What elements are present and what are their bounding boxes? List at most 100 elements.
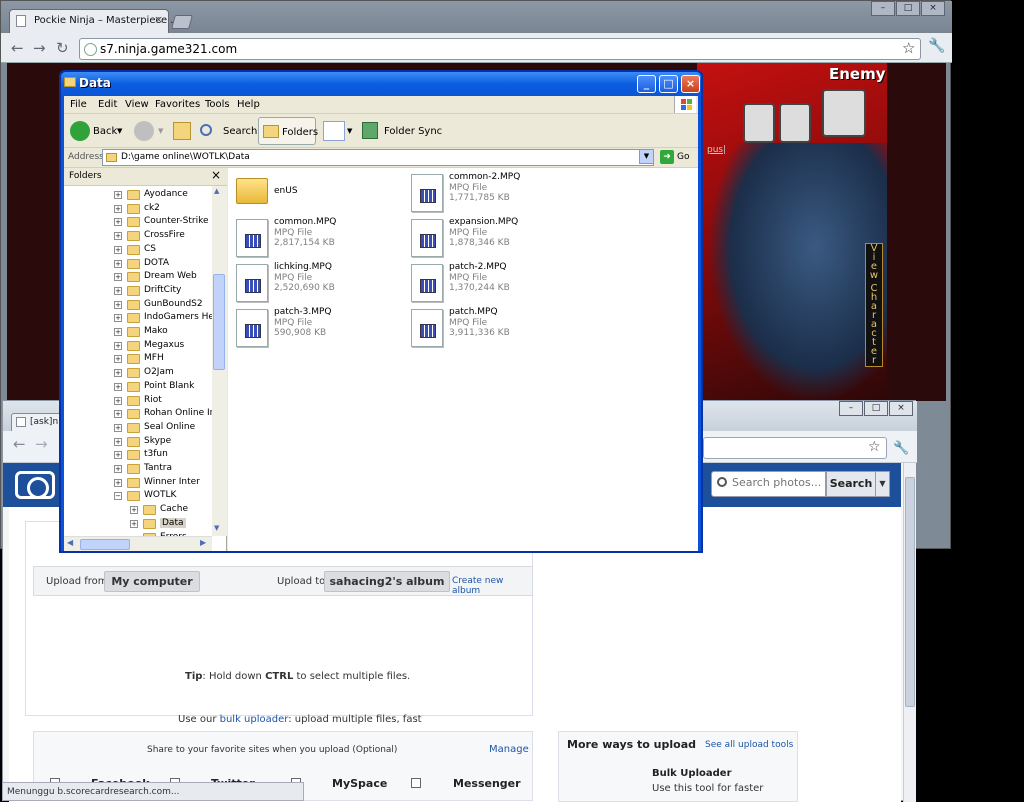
messenger-checkbox[interactable] bbox=[411, 778, 421, 788]
tree-item[interactable]: + Winner Inter bbox=[64, 476, 212, 490]
search-icon[interactable] bbox=[200, 124, 212, 136]
tree-item[interactable]: + t3fun bbox=[64, 448, 212, 462]
menu-view[interactable]: View bbox=[125, 99, 149, 110]
enemy-avatar[interactable] bbox=[779, 103, 811, 143]
menu-file[interactable]: File bbox=[70, 99, 87, 110]
tree-item[interactable]: + O2Jam bbox=[64, 366, 212, 380]
minimize-button[interactable]: – bbox=[839, 401, 863, 416]
expand-toggle[interactable]: + bbox=[114, 437, 122, 446]
explorer-titlebar[interactable]: Data _ □ × bbox=[61, 72, 701, 96]
menu-favorites[interactable]: Favorites bbox=[155, 99, 200, 110]
tree-item[interactable]: + Tantra bbox=[64, 462, 212, 476]
create-album-link[interactable]: Create new album bbox=[452, 576, 532, 596]
scroll-down-icon[interactable]: ▼ bbox=[214, 524, 219, 532]
top-browser-tab[interactable]: Pockie Ninja – Masterpiece ... × bbox=[9, 9, 180, 33]
expand-toggle[interactable]: + bbox=[130, 506, 138, 515]
menu-edit[interactable]: Edit bbox=[98, 99, 117, 110]
maximize-button[interactable]: □ bbox=[659, 75, 678, 93]
page-scrollbar[interactable] bbox=[903, 463, 916, 802]
expand-toggle[interactable]: + bbox=[114, 286, 122, 295]
address-dropdown-icon[interactable]: ▼ bbox=[639, 149, 654, 164]
manage-link[interactable]: Manage bbox=[489, 744, 529, 755]
scroll-thumb[interactable] bbox=[80, 539, 130, 550]
forward-arrow-icon[interactable]: → bbox=[35, 435, 48, 453]
minimize-button[interactable]: _ bbox=[637, 75, 656, 93]
maximize-button[interactable]: □ bbox=[896, 1, 920, 16]
expand-toggle[interactable]: + bbox=[114, 423, 122, 432]
expand-toggle[interactable]: + bbox=[114, 478, 122, 487]
tree-item[interactable]: + Ayodance bbox=[64, 188, 212, 202]
scroll-up-icon[interactable]: ▲ bbox=[214, 187, 219, 195]
folders-button[interactable]: Folders bbox=[258, 117, 318, 145]
tree-item[interactable]: + Dream Web bbox=[64, 270, 212, 284]
go-arrow-icon[interactable]: ➜ bbox=[660, 150, 674, 164]
bottom-browser-tab[interactable]: [ask]n bbox=[11, 413, 65, 431]
expand-toggle[interactable]: + bbox=[130, 519, 138, 528]
bottom-address-bar[interactable]: ☆ bbox=[703, 437, 887, 459]
expand-toggle[interactable]: + bbox=[114, 410, 122, 419]
tree-item[interactable]: + Cache bbox=[64, 503, 212, 517]
tree-item[interactable]: + CrossFire bbox=[64, 229, 212, 243]
address-field[interactable]: D:\game online\WOTLK\Data bbox=[102, 149, 654, 166]
reload-icon[interactable]: ↻ bbox=[56, 39, 69, 57]
expand-toggle[interactable]: + bbox=[114, 382, 122, 391]
see-all-tools-link[interactable]: See all upload tools bbox=[705, 740, 793, 750]
views-icon[interactable] bbox=[323, 121, 345, 141]
tree-item[interactable]: + Data bbox=[64, 517, 212, 531]
folder-sync-label[interactable]: Folder Sync bbox=[384, 126, 442, 137]
bookmark-star-icon[interactable]: ☆ bbox=[902, 39, 915, 57]
maximize-button[interactable]: □ bbox=[864, 401, 888, 416]
up-folder-icon[interactable] bbox=[173, 122, 191, 140]
wrench-icon[interactable]: 🔧 bbox=[928, 38, 945, 54]
scroll-left-icon[interactable]: ◀ bbox=[67, 538, 73, 547]
tree-item[interactable]: + CS bbox=[64, 243, 212, 257]
search-button[interactable]: Search bbox=[826, 471, 876, 497]
views-dropdown-icon[interactable]: ▼ bbox=[347, 127, 352, 135]
forward-arrow-icon[interactable] bbox=[134, 121, 154, 141]
tree-item[interactable]: + Seal Online bbox=[64, 421, 212, 435]
tree-item[interactable]: + DriftCity bbox=[64, 284, 212, 298]
tree-item[interactable]: + IndoGamers Heroes bbox=[64, 311, 212, 325]
close-window-button[interactable]: × bbox=[889, 401, 913, 416]
enemy-avatar[interactable] bbox=[822, 89, 866, 137]
menu-tools[interactable]: Tools bbox=[205, 99, 230, 110]
top-address-bar[interactable]: s7.ninja.game321.com ☆ bbox=[79, 38, 921, 60]
wrench-icon[interactable]: 🔧 bbox=[893, 441, 909, 456]
scroll-thumb[interactable] bbox=[905, 477, 915, 707]
menu-help[interactable]: Help bbox=[237, 99, 260, 110]
game-link[interactable]: pus| bbox=[707, 145, 726, 155]
tree-vscroll[interactable]: ▲ ▼ bbox=[212, 186, 227, 536]
back-dropdown-icon[interactable]: ▼ bbox=[117, 127, 122, 135]
expand-toggle[interactable]: + bbox=[114, 191, 122, 199]
search-input[interactable] bbox=[732, 476, 824, 489]
expand-toggle[interactable]: + bbox=[114, 465, 122, 473]
file-item[interactable]: patch.MPQ MPQ File 3,911,336 KB bbox=[411, 307, 581, 349]
tree-item[interactable]: − WOTLK bbox=[64, 489, 212, 503]
tree-item[interactable]: + ck2 bbox=[64, 202, 212, 216]
back-arrow-icon[interactable]: ← bbox=[13, 435, 26, 453]
expand-toggle[interactable]: + bbox=[114, 204, 122, 213]
expand-toggle[interactable]: + bbox=[114, 396, 122, 405]
file-item[interactable]: patch-3.MPQ MPQ File 590,908 KB bbox=[236, 307, 406, 349]
scroll-thumb[interactable] bbox=[213, 274, 225, 370]
file-item[interactable]: expansion.MPQ MPQ File 1,878,346 KB bbox=[411, 217, 581, 259]
tree-item[interactable]: + Point Blank bbox=[64, 380, 212, 394]
tree-item[interactable]: + Riot bbox=[64, 394, 212, 408]
folder-sync-icon[interactable] bbox=[362, 122, 378, 139]
tree-item[interactable]: + Skype bbox=[64, 435, 212, 449]
expand-toggle[interactable]: + bbox=[114, 245, 122, 254]
back-arrow-icon[interactable] bbox=[70, 121, 90, 141]
folder-item[interactable]: enUS bbox=[236, 172, 406, 214]
expand-toggle[interactable]: + bbox=[114, 273, 122, 282]
forward-dropdown-icon[interactable]: ▼ bbox=[158, 127, 163, 135]
expand-toggle[interactable]: + bbox=[114, 355, 122, 364]
camera-logo-icon[interactable] bbox=[15, 471, 55, 499]
close-pane-icon[interactable]: × bbox=[211, 168, 221, 182]
enemy-avatar[interactable] bbox=[743, 103, 775, 143]
forward-arrow-icon[interactable]: → bbox=[33, 39, 46, 57]
close-window-button[interactable]: × bbox=[921, 1, 945, 16]
expand-toggle[interactable]: + bbox=[114, 314, 122, 323]
tree-item[interactable]: + Mako bbox=[64, 325, 212, 339]
upload-from-button[interactable]: My computer bbox=[104, 571, 200, 592]
upload-to-button[interactable]: sahacing2's album bbox=[324, 571, 450, 592]
